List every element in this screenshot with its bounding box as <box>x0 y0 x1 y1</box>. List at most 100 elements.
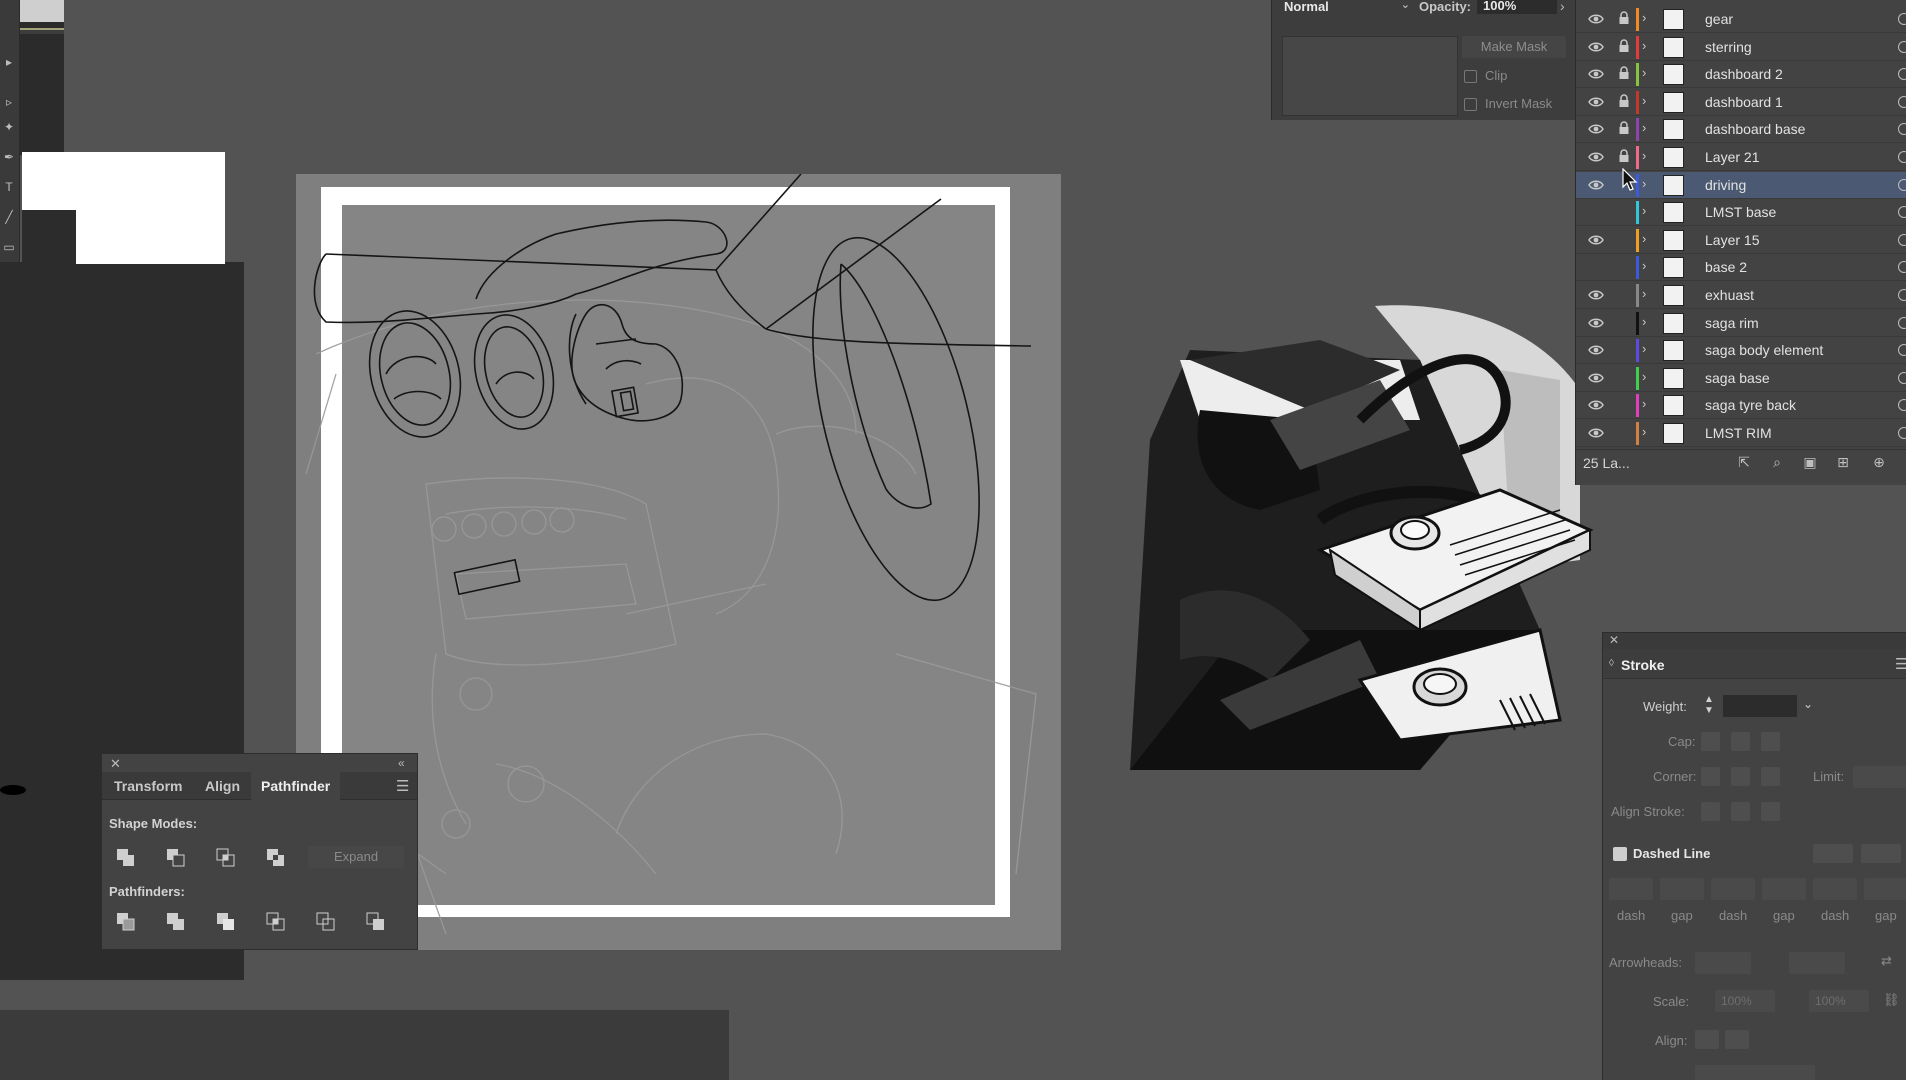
dashed-line-checkbox[interactable] <box>1613 847 1627 861</box>
round-join-button[interactable] <box>1731 767 1750 786</box>
selection-tool-icon[interactable]: ▸ <box>2 55 16 69</box>
rectangle-tool-icon[interactable]: ▭ <box>2 240 16 254</box>
minus-front-icon[interactable] <box>166 848 186 868</box>
outline-icon[interactable] <box>316 912 336 932</box>
layer-row[interactable]: › dashboard 1 <box>1576 89 1906 116</box>
align-center-button[interactable] <box>1701 802 1720 821</box>
layer-name[interactable]: saga base <box>1705 370 1770 386</box>
chevron-right-icon[interactable]: › <box>1642 203 1646 218</box>
invert-mask-checkbox[interactable]: Invert Mask <box>1464 96 1552 112</box>
arrow-tip-extend-button[interactable] <box>1695 1030 1719 1049</box>
target-circle-icon[interactable] <box>1898 13 1906 25</box>
chevron-right-icon[interactable]: › <box>1560 0 1565 14</box>
clip-checkbox[interactable]: Clip <box>1464 68 1507 84</box>
target-circle-icon[interactable] <box>1898 233 1906 246</box>
close-icon[interactable]: ✕ <box>1609 633 1619 647</box>
layer-name[interactable]: saga body element <box>1705 342 1823 358</box>
visibility-eye-icon[interactable] <box>1588 95 1604 109</box>
chevron-down-icon[interactable]: ⌄ <box>1803 697 1813 711</box>
layer-name[interactable]: driving <box>1705 177 1746 193</box>
round-cap-button[interactable] <box>1731 732 1750 751</box>
make-clipping-mask-icon[interactable]: ▣ <box>1802 454 1818 470</box>
layer-name[interactable]: dashboard 2 <box>1705 66 1783 82</box>
gap-field[interactable] <box>1762 878 1806 900</box>
visibility-eye-icon[interactable] <box>1588 150 1604 164</box>
visibility-eye-icon[interactable] <box>1588 398 1604 412</box>
target-circle-icon[interactable] <box>1898 316 1906 329</box>
miter-join-button[interactable] <box>1701 767 1720 786</box>
locate-object-icon[interactable]: ⌕ <box>1769 454 1785 470</box>
tab-align[interactable]: Align <box>195 772 250 800</box>
unite-icon[interactable] <box>116 848 136 868</box>
lock-icon[interactable] <box>1618 149 1630 163</box>
lock-icon[interactable] <box>1618 121 1630 135</box>
expand-options-icon[interactable]: ◊ <box>1609 658 1614 669</box>
expand-button[interactable]: Expand <box>308 846 404 868</box>
magic-wand-icon[interactable]: ✦ <box>2 120 16 134</box>
layer-row[interactable]: › LMST RIM <box>1576 420 1906 447</box>
butt-cap-button[interactable] <box>1701 732 1720 751</box>
opacity-field[interactable]: 100% <box>1477 0 1557 14</box>
layer-row[interactable]: › base 2 <box>1576 254 1906 282</box>
intersect-icon[interactable] <box>216 848 236 868</box>
stroke-tab[interactable]: ◊ Stroke ☰ <box>1603 649 1906 679</box>
dash-field[interactable] <box>1609 878 1653 900</box>
new-layer-icon[interactable]: ⊕ <box>1871 454 1887 470</box>
align-inside-button[interactable] <box>1731 802 1750 821</box>
target-circle-icon[interactable] <box>1898 151 1906 163</box>
target-circle-icon[interactable] <box>1898 399 1906 412</box>
preserve-dash-icon[interactable] <box>1813 844 1853 863</box>
end-arrowhead-select[interactable] <box>1789 952 1845 974</box>
visibility-eye-icon[interactable] <box>1588 40 1604 54</box>
chevron-right-icon[interactable]: › <box>1642 176 1646 191</box>
panel-menu-icon[interactable]: ☰ <box>1895 655 1906 673</box>
layer-row[interactable]: › dashboard base <box>1576 116 1906 144</box>
visibility-eye-icon[interactable] <box>1588 12 1604 26</box>
layer-name[interactable]: Layer 15 <box>1705 232 1759 248</box>
layer-row[interactable]: › saga base <box>1576 365 1906 392</box>
checkbox-box[interactable] <box>1464 70 1477 84</box>
target-circle-icon[interactable] <box>1898 427 1906 439</box>
projecting-cap-button[interactable] <box>1761 732 1780 751</box>
divide-icon[interactable] <box>116 912 136 932</box>
lock-icon[interactable] <box>1618 66 1630 80</box>
link-scale-icon[interactable]: ⛓ <box>1883 992 1900 1008</box>
chevron-right-icon[interactable]: › <box>1642 38 1646 53</box>
layer-name[interactable]: dashboard 1 <box>1705 94 1783 110</box>
visibility-eye-icon[interactable] <box>1588 343 1604 357</box>
target-circle-icon[interactable] <box>1898 178 1906 191</box>
layer-name[interactable]: Layer 21 <box>1705 149 1759 165</box>
target-circle-icon[interactable] <box>1898 344 1906 357</box>
blend-mode-select[interactable]: Normal ⌄ <box>1284 0 1410 14</box>
crop-icon[interactable] <box>266 912 286 932</box>
mask-thumbnail[interactable] <box>1282 36 1458 116</box>
layer-name[interactable]: saga rim <box>1705 315 1759 331</box>
chevron-right-icon[interactable]: › <box>1642 396 1646 411</box>
align-dash-icon[interactable] <box>1861 844 1901 863</box>
chevron-right-icon[interactable]: › <box>1642 286 1646 301</box>
limit-field[interactable] <box>1853 766 1906 788</box>
layer-name[interactable]: LMST RIM <box>1705 425 1772 441</box>
target-circle-icon[interactable] <box>1898 68 1906 81</box>
chevron-right-icon[interactable]: › <box>1642 65 1646 80</box>
layer-name[interactable]: gear <box>1705 11 1733 27</box>
layer-row[interactable]: › saga tyre back <box>1576 392 1906 420</box>
layer-row[interactable]: › sterring <box>1576 34 1906 61</box>
layer-row[interactable]: › saga body element <box>1576 337 1906 365</box>
dash-field[interactable] <box>1813 878 1857 900</box>
chevron-right-icon[interactable]: › <box>1642 231 1646 246</box>
dash-field[interactable] <box>1711 878 1755 900</box>
visibility-eye-icon[interactable] <box>1588 288 1604 302</box>
align-outside-button[interactable] <box>1761 802 1780 821</box>
make-mask-button[interactable]: Make Mask <box>1462 36 1566 58</box>
chevron-right-icon[interactable]: › <box>1642 148 1646 163</box>
layer-row[interactable]: › dashboard 2 <box>1576 61 1906 89</box>
chevron-right-icon[interactable]: › <box>1642 314 1646 329</box>
line-tool-icon[interactable]: ╱ <box>2 210 16 224</box>
target-circle-icon[interactable] <box>1898 261 1906 274</box>
weight-stepper-icon[interactable]: ▲ ▼ <box>1704 694 1714 716</box>
visibility-eye-icon[interactable] <box>1588 426 1604 440</box>
start-scale-field[interactable]: 100% <box>1715 990 1775 1012</box>
chevron-right-icon[interactable]: › <box>1642 258 1646 273</box>
chevron-right-icon[interactable]: › <box>1642 341 1646 356</box>
